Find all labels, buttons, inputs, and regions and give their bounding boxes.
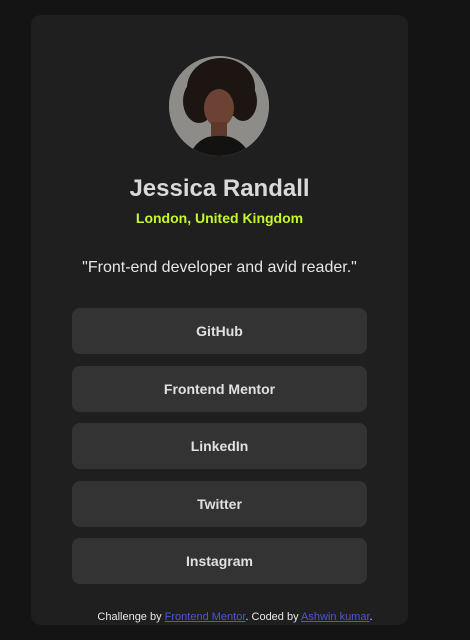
- frontend-mentor-link[interactable]: Frontend Mentor: [165, 611, 246, 623]
- author-link[interactable]: Ashwin kumar: [301, 611, 369, 623]
- profile-card: Jessica Randall London, United Kingdom "…: [31, 15, 408, 625]
- footer-middle: . Coded by: [245, 611, 302, 623]
- frontend-mentor-button[interactable]: Frontend Mentor: [72, 365, 367, 412]
- avatar: [169, 56, 269, 156]
- instagram-button[interactable]: Instagram: [72, 538, 367, 584]
- profile-name: Jessica Randall: [129, 175, 310, 202]
- avatar-image: [169, 56, 269, 156]
- social-links: GitHub Frontend Mentor LinkedIn Twitter …: [72, 308, 367, 596]
- footer-suffix: .: [369, 611, 373, 623]
- profile-bio: "Front-end developer and avid reader.": [82, 259, 357, 276]
- twitter-button[interactable]: Twitter: [72, 480, 367, 527]
- profile-location: London, United Kingdom: [135, 210, 304, 226]
- attribution-footer: Challenge by Frontend Mentor. Coded by A…: [0, 611, 470, 623]
- github-button[interactable]: GitHub: [72, 308, 367, 354]
- footer-prefix: Challenge by: [97, 611, 165, 623]
- linkedin-button[interactable]: LinkedIn: [72, 423, 367, 469]
